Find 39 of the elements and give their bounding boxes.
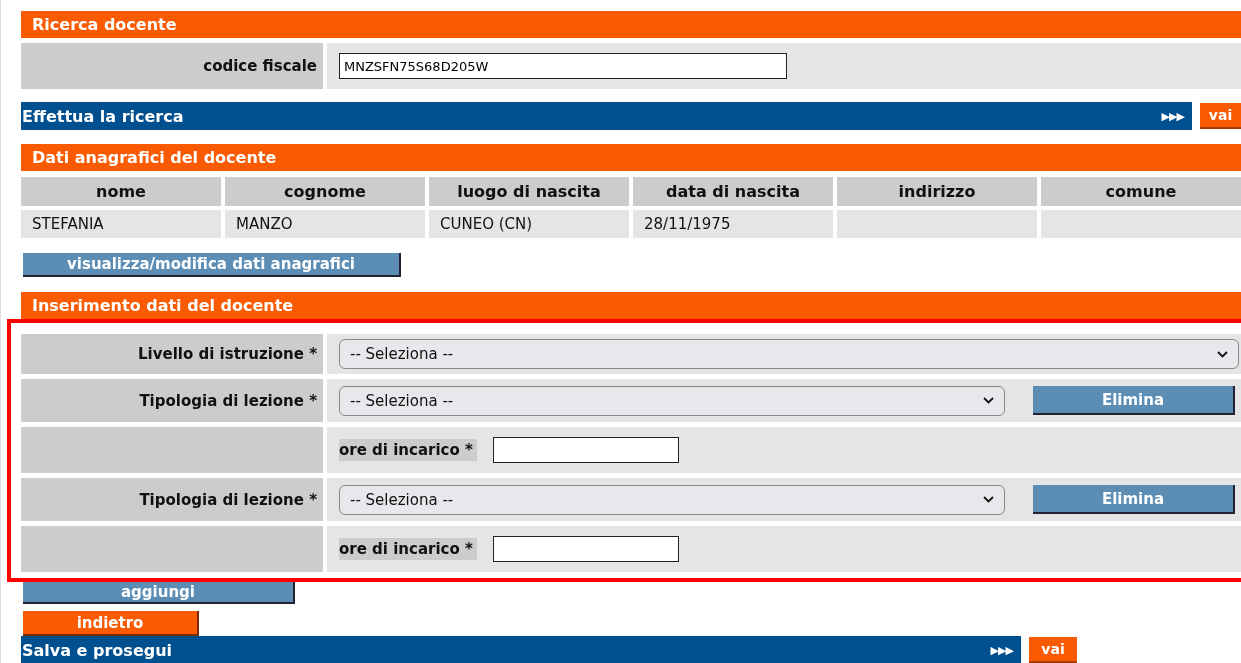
table-cell: CUNEO (CN): [429, 210, 629, 238]
caret-icon: [983, 496, 994, 503]
column-header: data di nascita: [633, 177, 833, 206]
hours-field[interactable]: [492, 536, 679, 562]
column-header: cognome: [225, 177, 425, 206]
column-header: comune: [1041, 177, 1241, 206]
label-cell: codice fiscale: [21, 43, 323, 89]
select-field[interactable]: -- Seleziona --: [339, 339, 1239, 369]
table-cell: MANZO: [225, 210, 425, 238]
section-header: Inserimento dati del docente: [21, 292, 1241, 319]
arrows-icon: ▶▶▶: [990, 643, 1013, 657]
arrows-icon: ▶▶▶: [1161, 109, 1184, 123]
tax-code-field[interactable]: MNZSFN75S68D205W: [339, 53, 787, 79]
delete-button[interactable]: Elimina: [1033, 386, 1235, 415]
save-bar: Salva e prosegui ▶▶▶: [21, 636, 1021, 663]
delete-button[interactable]: Elimina: [1033, 485, 1235, 514]
table-cell: STEFANIA: [21, 210, 221, 238]
caret-icon: [983, 397, 994, 404]
section-header: Ricerca docente: [21, 11, 1241, 38]
caret-icon: [1217, 350, 1228, 358]
back-button[interactable]: indietro: [23, 611, 199, 636]
add-button[interactable]: aggiungi: [23, 582, 295, 604]
label-cell: Tipologia di lezione *: [21, 379, 323, 422]
edit-data-button[interactable]: visualizza/modifica dati anagrafici: [23, 253, 401, 277]
column-header: indirizzo: [837, 177, 1037, 206]
hours-field[interactable]: [492, 437, 679, 463]
field-label: ore di incarico *: [339, 538, 477, 560]
field-label: ore di incarico *: [339, 439, 477, 461]
go-button[interactable]: vai: [1200, 103, 1241, 129]
table-cell: 28/11/1975: [633, 210, 833, 238]
select-field[interactable]: -- Seleziona --: [339, 484, 1005, 515]
label-cell: Tipologia di lezione *: [21, 478, 323, 521]
column-header: luogo di nascita: [429, 177, 629, 206]
go-button[interactable]: vai: [1029, 637, 1077, 663]
select-field[interactable]: -- Seleziona --: [339, 385, 1005, 416]
search-bar: Effettua la ricerca ▶▶▶: [21, 102, 1192, 130]
section-header: Dati anagrafici del docente: [21, 144, 1241, 171]
column-header: nome: [21, 177, 221, 206]
label-cell: Livello di istruzione *: [21, 334, 323, 374]
